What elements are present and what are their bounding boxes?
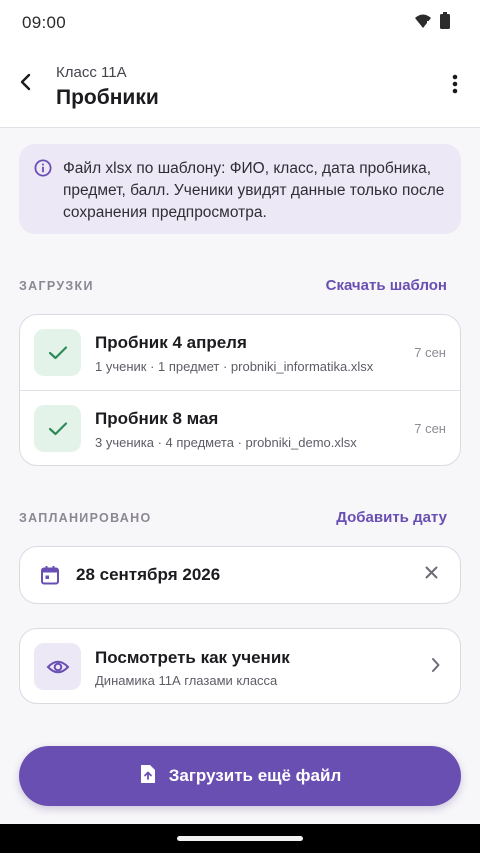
view-as-student-subtitle: Динамика 11А глазами класса [95, 673, 278, 688]
upload-details: 1 ученик · 1 предмет · probniki_informat… [95, 359, 374, 374]
wifi-icon [414, 13, 432, 34]
calendar-icon [40, 565, 60, 590]
status-icons [414, 12, 450, 34]
scheduled-date: 28 сентября 2026 [76, 565, 221, 584]
more-options-button[interactable] [442, 72, 468, 100]
upload-date: 7 сен [414, 345, 446, 360]
chevron-right-icon [431, 657, 440, 678]
uploads-list: Пробник 4 апреля 1 ученик · 1 предмет · … [19, 314, 461, 466]
scheduled-date-card[interactable]: 28 сентября 2026 [19, 546, 461, 604]
scheduled-section-label: ЗАПЛАНИРОВАНО [19, 511, 152, 525]
more-vert-icon [452, 74, 458, 99]
upload-title: Пробник 8 мая [95, 409, 219, 428]
info-icon [34, 159, 52, 182]
system-nav-bar [0, 824, 480, 853]
close-icon [425, 566, 438, 584]
battery-icon [440, 12, 450, 34]
status-bar: 09:00 [0, 0, 480, 46]
app-bar: Класс 11А Пробники [0, 46, 480, 128]
class-subtitle: Класс 11А [56, 64, 127, 81]
page-title: Пробники [56, 86, 159, 109]
back-button[interactable] [12, 70, 40, 98]
upload-item[interactable]: Пробник 4 апреля 1 ученик · 1 предмет · … [20, 315, 460, 390]
upload-file-button[interactable]: Загрузить ещё файл [19, 746, 461, 806]
upload-title: Пробник 4 апреля [95, 333, 247, 352]
upload-date: 7 сен [414, 421, 446, 436]
check-icon [34, 405, 81, 452]
clear-date-button[interactable] [420, 564, 442, 586]
eye-icon [34, 643, 81, 690]
home-gesture-handle[interactable] [177, 836, 303, 841]
uploads-section-label: ЗАГРУЗКИ [19, 279, 94, 293]
check-icon [34, 329, 81, 376]
view-as-student-card[interactable]: Посмотреть как ученик Динамика 11А глаза… [19, 628, 461, 704]
info-text: Файл xlsx по шаблону: ФИО, класс, дата п… [63, 160, 445, 221]
upload-item[interactable]: Пробник 8 мая 3 ученика · 4 предмета · p… [20, 390, 460, 465]
arrow-back-icon [19, 73, 33, 96]
view-as-student-title: Посмотреть как ученик [95, 648, 290, 667]
add-date-link[interactable]: Добавить дату [336, 509, 447, 526]
upload-file-label: Загрузить ещё файл [168, 766, 342, 785]
upload-details: 3 ученика · 4 предмета · probniki_demo.x… [95, 435, 357, 450]
status-time: 09:00 [22, 13, 67, 32]
info-banner: Файл xlsx по шаблону: ФИО, класс, дата п… [19, 144, 461, 234]
file-upload-icon [139, 764, 157, 789]
download-template-link[interactable]: Скачать шаблон [326, 277, 447, 294]
